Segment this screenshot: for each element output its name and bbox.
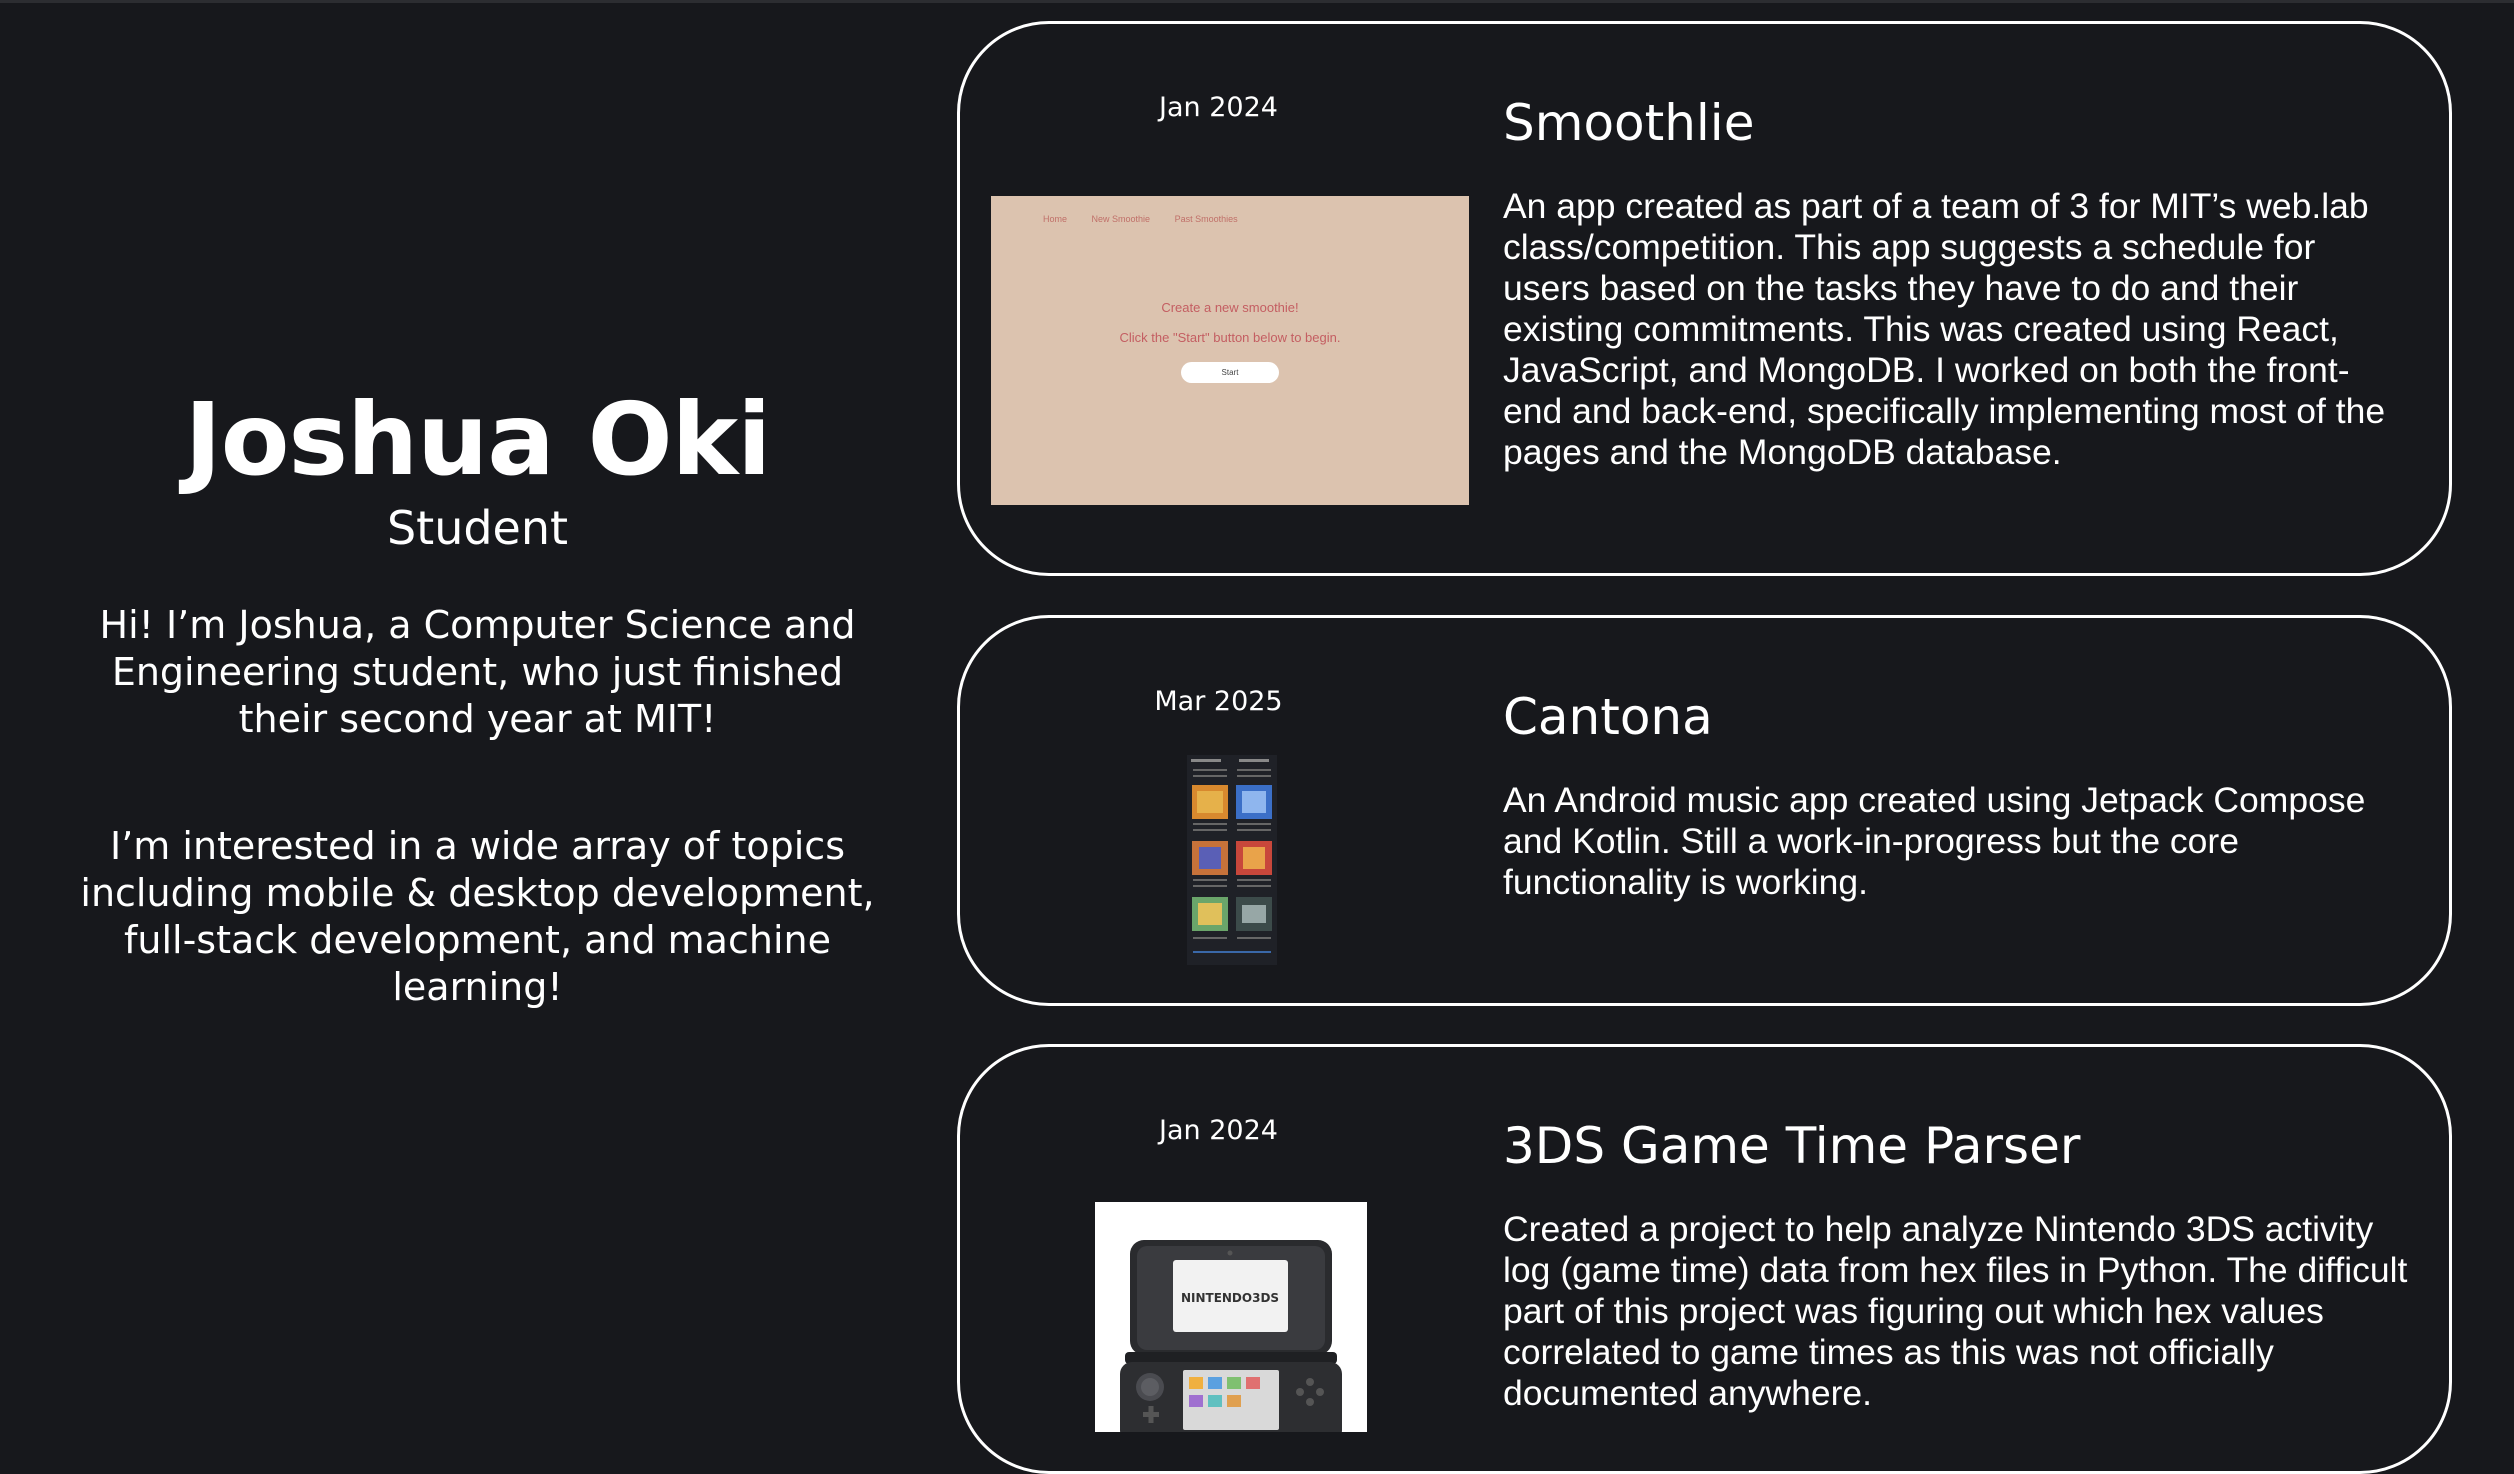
project-title: Cantona bbox=[1503, 688, 1713, 746]
profile-bio-interests: I’m interested in a wide array of topics… bbox=[80, 824, 875, 1009]
project-description: Created a project to help analyze Ninten… bbox=[1503, 1209, 2408, 1413]
smoothlie-nav-past: Past Smoothies bbox=[1174, 214, 1238, 224]
smoothlie-nav-new: New Smoothie bbox=[1091, 214, 1151, 224]
smoothlie-screenshot-heading: Create a new smoothie! bbox=[1161, 300, 1299, 315]
profile-name: Joshua Oki bbox=[184, 381, 772, 498]
nintendo-3ds-illustration: NINTENDO3DS bbox=[1095, 1202, 1367, 1432]
nintendo-3ds-image: NINTENDO3DS bbox=[1095, 1202, 1367, 1432]
project-card-cantona[interactable]: Mar 2025 Cantona An Android music app cr… bbox=[957, 615, 2452, 1006]
nintendo-3ds-logo-text: NINTENDO3DS bbox=[1181, 1291, 1279, 1305]
project-date: Jan 2024 bbox=[1159, 92, 1278, 123]
top-divider bbox=[0, 0, 2514, 3]
smoothlie-screenshot-nav: Home New Smoothie Past Smoothies bbox=[1043, 214, 1260, 224]
project-description: An Android music app created using Jetpa… bbox=[1503, 780, 2366, 902]
project-title: Smoothlie bbox=[1503, 94, 1755, 152]
cantona-screenshot-graphic bbox=[1187, 755, 1277, 965]
profile-bio-intro: Hi! I’m Joshua, a Computer Science and E… bbox=[99, 603, 856, 741]
project-card-smoothlie[interactable]: Jan 2024 Home New Smoothie Past Smoothie… bbox=[957, 21, 2452, 576]
project-description: An app created as part of a team of 3 fo… bbox=[1503, 186, 2386, 472]
project-title: 3DS Game Time Parser bbox=[1503, 1117, 2081, 1175]
profile-role: Student bbox=[386, 501, 569, 555]
project-date: Jan 2024 bbox=[1159, 1115, 1278, 1146]
profile-section: Joshua Oki Student Hi! I’m Joshua, a Com… bbox=[80, 380, 875, 1011]
cantona-screenshot bbox=[1187, 755, 1277, 965]
project-card-3ds-parser[interactable]: Jan 2024 NINTENDO3DS 3DS Game Time Parse… bbox=[957, 1044, 2452, 1474]
smoothlie-screenshot-subheading: Click the "Start" button below to begin. bbox=[1119, 330, 1341, 345]
project-date: Mar 2025 bbox=[1154, 686, 1283, 717]
smoothlie-screenshot-start-button: Start bbox=[1181, 362, 1279, 383]
smoothlie-nav-home: Home bbox=[1043, 214, 1068, 224]
smoothlie-screenshot: Home New Smoothie Past Smoothies Create … bbox=[991, 196, 1469, 505]
